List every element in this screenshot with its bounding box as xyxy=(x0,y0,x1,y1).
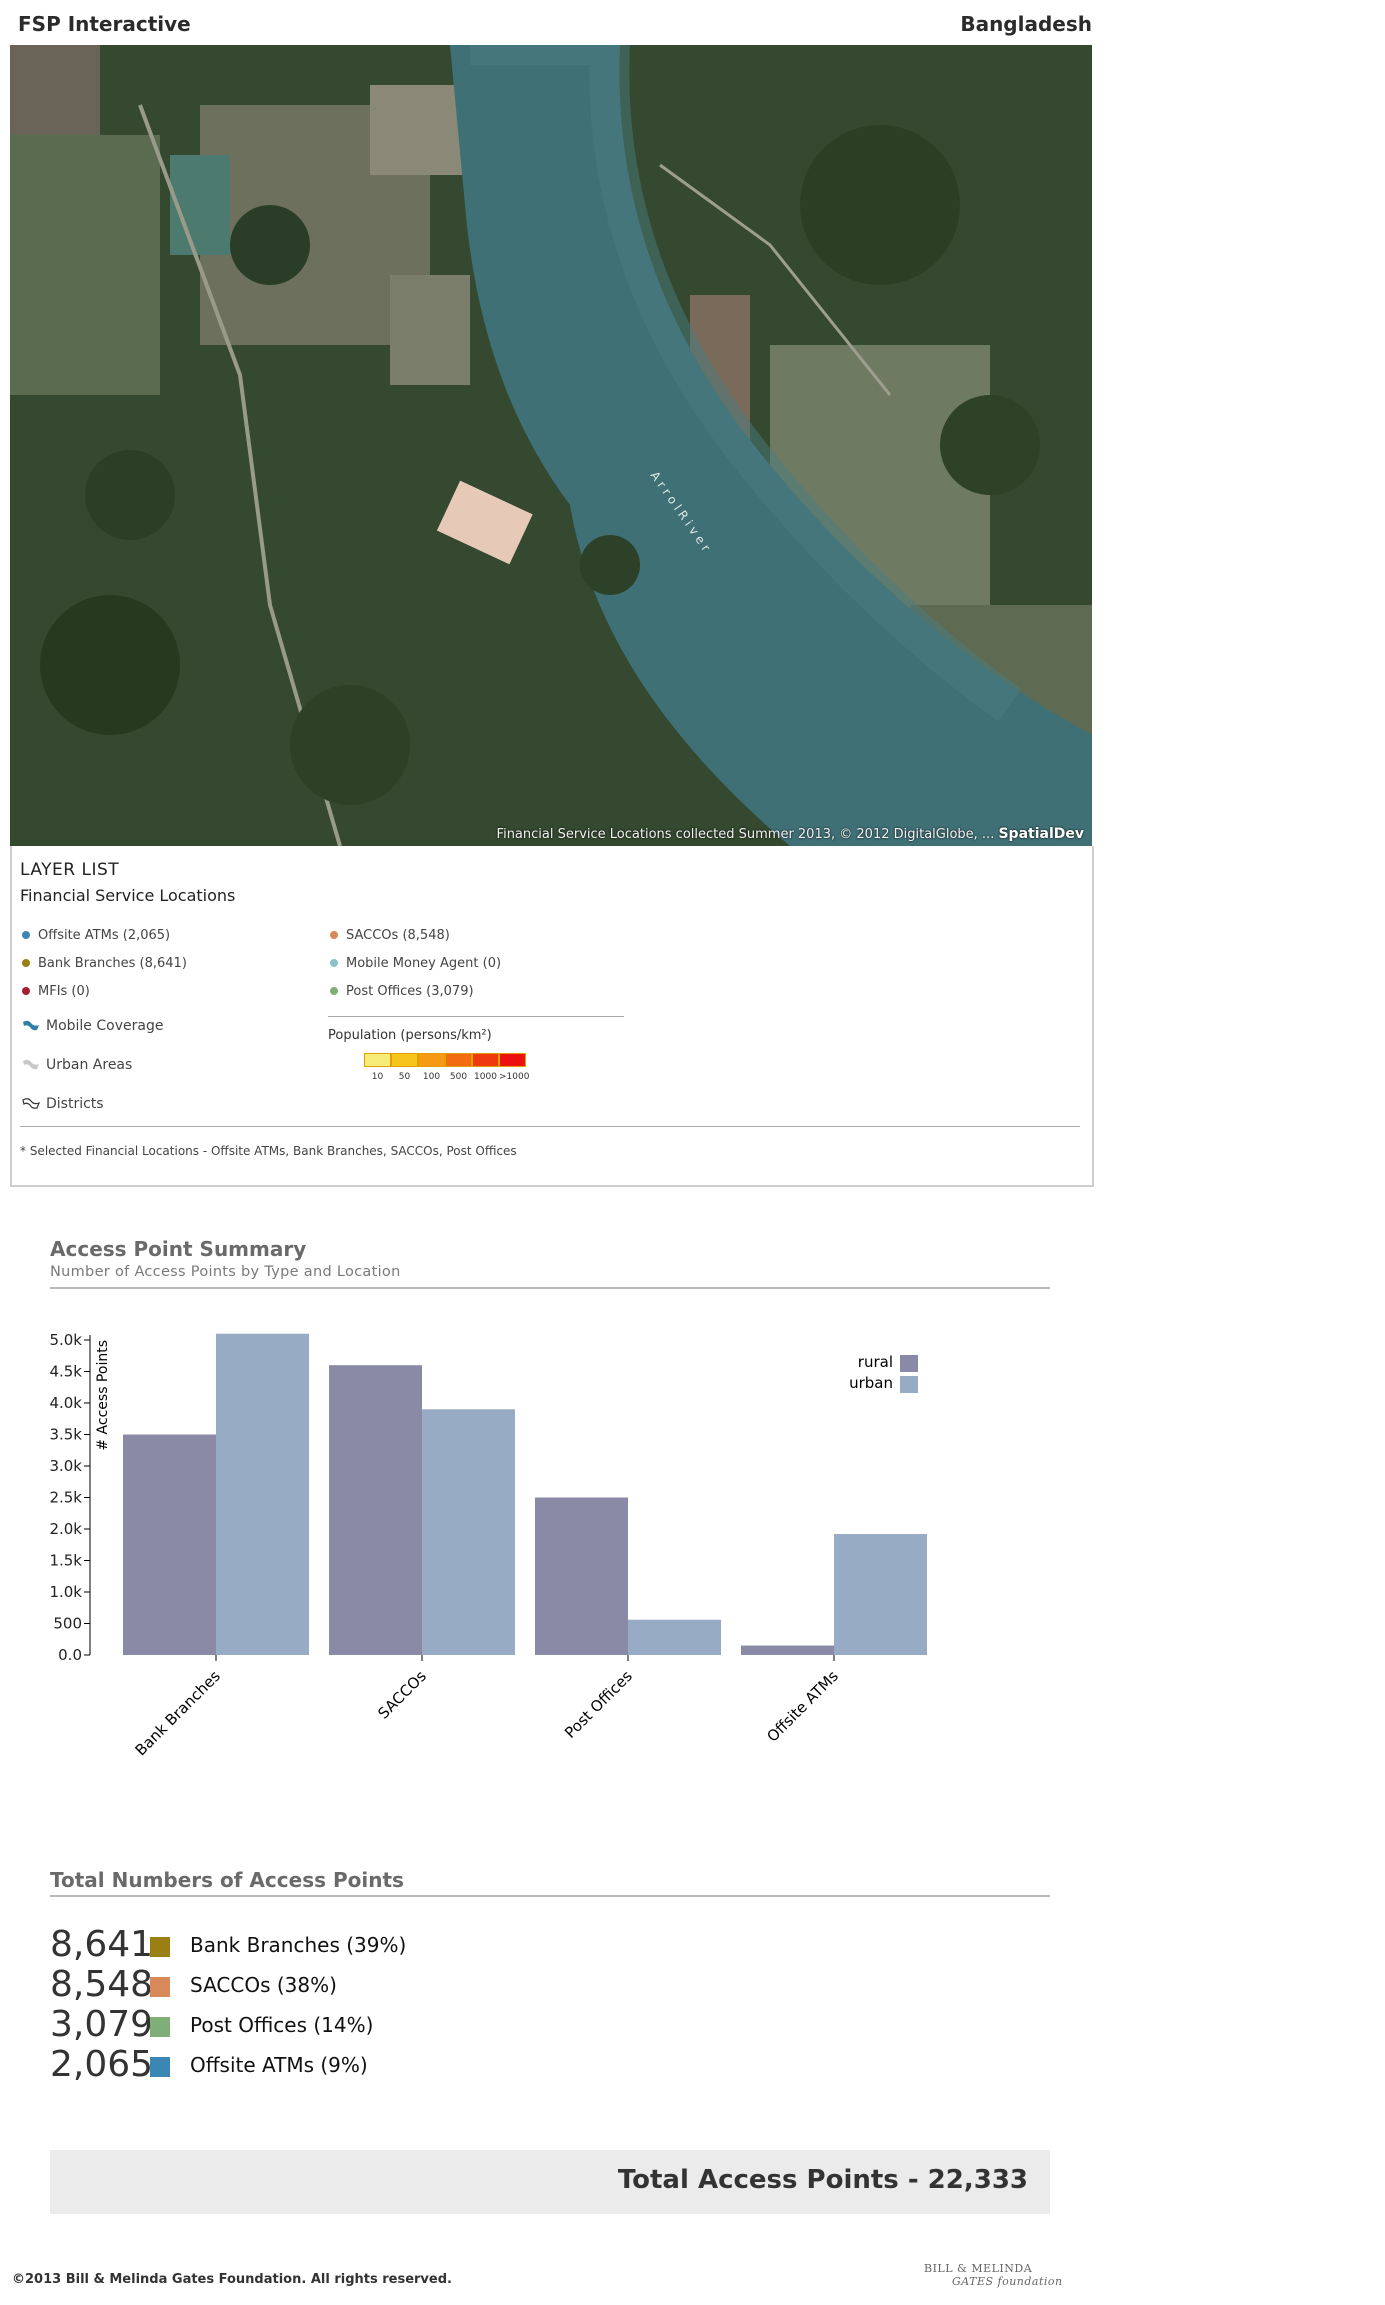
layer-urban-areas[interactable]: Urban Areas xyxy=(22,1057,132,1073)
mobile-money-dot-icon xyxy=(330,958,338,967)
layer-list-title: LAYER LIST xyxy=(20,860,120,880)
bar-rural-bank-branches xyxy=(123,1434,216,1655)
population-class-over-1000 xyxy=(499,1053,526,1067)
offsite-atms-dot-icon xyxy=(22,930,30,939)
population-class-1000 xyxy=(472,1053,499,1067)
layer-bank-branches[interactable]: Bank Branches (8,641) xyxy=(22,956,187,971)
satellite-imagery: A r r o l R i v e r xyxy=(10,45,1092,846)
layer-mobile-money-agent[interactable]: Mobile Money Agent (0) xyxy=(330,956,501,971)
mobile-coverage-icon xyxy=(23,1020,39,1031)
access-summary-title: Access Point Summary xyxy=(50,1237,307,1261)
total-value: 8,548 xyxy=(50,1964,154,2005)
districts-icon xyxy=(22,1098,40,1109)
population-label: Population (persons/km²) xyxy=(328,1028,492,1043)
access-point-bar-chart: 0.0 500 1.0k 1.5k 2.0k 2.5k 3.0k 3.5k 4.0k 4.5k 5.… xyxy=(49,1331,927,1759)
x-tick-label: SACCOs xyxy=(374,1667,430,1723)
copyright-notice: ©2013 Bill & Melinda Gates Foundation. A… xyxy=(12,2272,452,2287)
offsite-atms-swatch xyxy=(150,2057,170,2077)
bar-rural-post-offices xyxy=(535,1497,628,1655)
country-name: Bangladesh xyxy=(960,12,1092,36)
population-class-10 xyxy=(364,1053,391,1067)
totals-rule xyxy=(50,1895,1050,1897)
total-label: SACCOs (38%) xyxy=(190,1973,337,1997)
y-tick-label: 2.0k xyxy=(49,1520,82,1538)
y-tick-label: 0.0 xyxy=(58,1646,82,1664)
total-label: Offsite ATMs (9%) xyxy=(190,2053,368,2077)
y-axis-label: # Access Points xyxy=(95,1340,111,1451)
urban-areas-icon xyxy=(23,1059,39,1070)
bar-urban-post-offices xyxy=(628,1619,721,1655)
layer-post-offices[interactable]: Post Offices (3,079) xyxy=(330,984,474,999)
app-title: FSP Interactive xyxy=(18,12,191,36)
bar-rural-offsite-atms xyxy=(741,1645,834,1655)
post-offices-swatch xyxy=(150,2017,170,2037)
x-tick-label: Offsite ATMs xyxy=(763,1667,842,1746)
gates-foundation-logo[interactable]: BILL & MELINDA GATES foundation xyxy=(924,2262,1063,2288)
totals-title: Total Numbers of Access Points xyxy=(50,1868,404,1892)
population-scale xyxy=(364,1053,526,1067)
y-tick-label: 5.0k xyxy=(49,1331,82,1349)
bank-branches-swatch xyxy=(150,1937,170,1957)
x-tick-label: Bank Branches xyxy=(132,1667,224,1759)
x-tick-label: Post Offices xyxy=(561,1667,636,1742)
access-summary-subtitle: Number of Access Points by Type and Loca… xyxy=(50,1264,401,1280)
post-offices-dot-icon xyxy=(330,986,338,995)
mfis-dot-icon xyxy=(22,986,30,995)
layer-saccos[interactable]: SACCOs (8,548) xyxy=(330,928,450,943)
y-tick-label: 1.5k xyxy=(49,1552,82,1570)
grand-total-bar: Total Access Points - 22,333 xyxy=(50,2150,1050,2214)
total-value: 3,079 xyxy=(50,2004,154,2045)
satellite-map[interactable]: A r r o l R i v e r Financial Service Lo… xyxy=(10,45,1092,846)
saccos-swatch xyxy=(150,1977,170,1997)
layer-offsite-atms[interactable]: Offsite ATMs (2,065) xyxy=(22,928,170,943)
layer-mobile-coverage[interactable]: Mobile Coverage xyxy=(22,1018,163,1034)
bank-branches-dot-icon xyxy=(22,958,30,967)
total-label: Bank Branches (39%) xyxy=(190,1933,407,1957)
layer-list-subtitle: Financial Service Locations xyxy=(20,886,236,905)
y-tick-label: 3.0k xyxy=(49,1457,82,1475)
spatialdev-logo: SpatialDev xyxy=(998,826,1084,842)
layer-footnote: * Selected Financial Locations - Offsite… xyxy=(20,1144,517,1158)
layer-divider xyxy=(328,1016,624,1017)
legend-swatch-urban xyxy=(900,1376,918,1393)
saccos-dot-icon xyxy=(330,930,338,939)
bar-urban-saccos xyxy=(422,1409,515,1655)
y-tick-label: 1.0k xyxy=(49,1583,82,1601)
access-summary-rule xyxy=(50,1287,1050,1289)
legend-label-urban: urban xyxy=(849,1374,893,1392)
legend-label-rural: rural xyxy=(858,1353,893,1371)
bar-urban-offsite-atms xyxy=(834,1534,927,1655)
bar-rural-saccos xyxy=(329,1365,422,1655)
total-label: Post Offices (14%) xyxy=(190,2013,374,2037)
population-scale-labels: 10 50 100 500 1000 >1000 xyxy=(371,1072,530,1082)
footnote-divider xyxy=(20,1126,1080,1127)
y-tick-label: 4.0k xyxy=(49,1394,82,1412)
y-tick-label: 3.5k xyxy=(49,1426,82,1444)
population-class-50 xyxy=(391,1053,418,1067)
layer-districts[interactable]: Districts xyxy=(22,1096,104,1112)
layer-list-panel: LAYER LIST Financial Service Locations O… xyxy=(10,846,1094,1187)
layer-mfis[interactable]: MFIs (0) xyxy=(22,984,90,999)
y-tick-label: 4.5k xyxy=(49,1363,82,1381)
y-tick-label: 500 xyxy=(53,1615,82,1633)
y-tick-label: 2.5k xyxy=(49,1489,82,1507)
bar-urban-bank-branches xyxy=(216,1333,309,1655)
legend-swatch-rural xyxy=(900,1355,918,1372)
total-value: 8,641 xyxy=(50,1924,154,1965)
population-class-500 xyxy=(445,1053,472,1067)
grand-total-text: Total Access Points - 22,333 xyxy=(617,2165,1028,2195)
total-value: 2,065 xyxy=(50,2044,154,2085)
map-attribution[interactable]: Financial Service Locations collected Su… xyxy=(497,826,1084,842)
population-class-100 xyxy=(418,1053,445,1067)
